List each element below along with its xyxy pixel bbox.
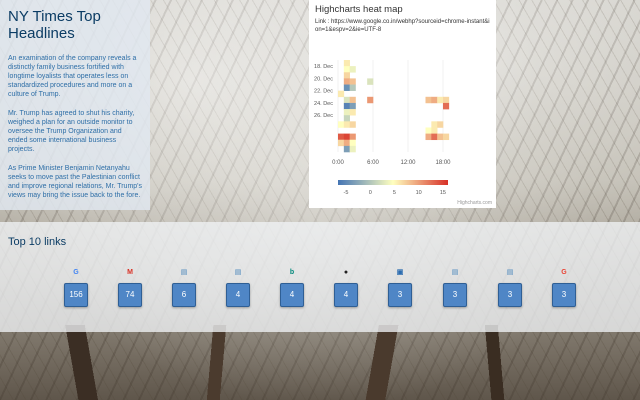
link-tile[interactable]: ▤ 6 [172,269,196,307]
heatmap-cell [343,78,350,85]
heatmap-cell [349,78,356,85]
heatmap-cell [343,60,350,67]
page-icon: ▤ [451,269,459,276]
headline-3[interactable]: As Prime Minister Benjamin Netanyahu see… [8,164,142,200]
tree-trunks [0,325,640,400]
heatmap-cell [443,102,450,110]
heatmap-cell [425,133,432,141]
highcharts-credit[interactable]: Highcharts.com [457,200,492,206]
heatmap-cell [431,96,438,104]
heatmap-cell [443,96,450,104]
link-visit-count[interactable]: 4 [280,283,304,307]
color-axis-label: 10 [416,190,422,196]
x-axis-label: 0:00 [332,160,344,166]
y-axis-label: 20. Dec [314,76,333,82]
heatmap-cell [349,66,356,73]
link-visit-count[interactable]: 3 [388,283,412,307]
heatmap-cell [343,139,350,147]
y-axis-label: 22. Dec [314,89,333,95]
heatmap-panel: Highcharts heat map Link : https://www.g… [309,0,496,208]
color-axis-label: 5 [393,190,396,196]
x-axis-label: 18:00 [435,160,451,166]
heatmap-cell [343,109,350,116]
heatmap-cell [343,133,350,141]
heatmap-cell [437,121,444,128]
google-icon: G [73,269,79,276]
page-icon: ▤ [234,269,242,276]
heatmap-cell [425,127,432,134]
heatmap-cell [431,127,438,134]
heatmap-cell [343,66,350,73]
x-axis-label: 6:00 [367,160,379,166]
link-tile[interactable]: ▤ 4 [226,269,250,307]
heatmap-cell [349,121,356,128]
heatmap-svg: 18. Dec 20. Dec 22. Dec 24. Dec 26. Dec 0:00 6… [314,60,451,196]
heatmap-cell [349,133,356,141]
y-axis-label: 24. Dec [314,101,333,107]
color-axis-gradient [338,180,448,185]
link-tile[interactable]: M 74 [118,269,142,307]
y-axis-label: 18. Dec [314,64,333,70]
link-tile[interactable]: ● 4 [334,269,358,307]
heatmap-cell [343,96,350,104]
heatmap-cell [437,133,444,141]
gmail-icon: M [127,269,133,276]
link-visit-count[interactable]: 3 [498,283,522,307]
page-icon: ▤ [506,269,514,276]
top-links-title: Top 10 links [8,236,67,248]
headline-1[interactable]: An examination of the company reveals a … [8,54,142,99]
heatmap-cell [349,96,356,104]
link-visit-count[interactable]: 156 [64,283,88,307]
heatmap-cell [443,133,450,141]
link-visit-count[interactable]: 6 [172,283,196,307]
color-axis-label: 0 [369,190,372,196]
heatmap-cell [425,96,432,104]
link-tile[interactable]: ▣ 3 [388,269,412,307]
link-tile[interactable]: b4 [280,269,304,307]
heatmap-cell [349,102,356,110]
heatmap-cell [349,109,356,116]
heatmap-cell [343,72,350,79]
top-links-band: Top 10 links G 156 M 74 ▤ 6 ▤ 4 b 4 ● 4 ▣ 3 ▤ 3 ▤ 3 G 3 [0,222,640,332]
heatmap-cell [431,133,438,141]
link-visit-count[interactable]: 3 [552,283,576,307]
heatmap-cell [437,96,444,104]
heatmap-cell [343,102,350,110]
heatmap-cell [343,145,350,153]
link-visit-count[interactable]: 4 [334,283,358,307]
color-axis-label: -5 [344,190,349,196]
link-visit-count[interactable]: 74 [118,283,142,307]
nyt-panel-title: NY Times Top Headlines [8,8,101,42]
heatmap-cell [367,78,374,85]
heatmap-cell [338,121,345,128]
heatmap-cell [349,145,356,153]
headline-2[interactable]: Mr. Trump has agreed to shut his charity… [8,109,142,154]
link-tile[interactable]: G 156 [64,269,88,307]
heatmap-cell [338,133,345,141]
heatmap-cell [431,121,438,128]
bing-icon: b [289,269,295,276]
color-axis-label: 15 [440,190,446,196]
heatmap-cell [367,96,374,104]
x-axis-label: 12:00 [400,160,416,166]
link-visit-count[interactable]: 4 [226,283,250,307]
link-visit-count[interactable]: 3 [443,283,467,307]
heatmap-cell [349,84,356,91]
link-tile[interactable]: ▤ 3 [498,269,522,307]
nyt-headlines-panel: NY Times Top Headlines An examination of… [0,0,150,210]
y-axis-label: 26. Dec [314,113,333,119]
heatmap-cell [349,139,356,147]
heatmap-cell [343,115,350,122]
heatmap-cell [338,139,345,147]
link-tile[interactable]: G3 [552,269,576,307]
heatmap-cell [338,90,345,98]
page-icon: ▣ [396,269,404,276]
google-icon: G [561,269,567,276]
heatmap-cell [343,84,350,91]
link-tile[interactable]: ▤ 3 [443,269,467,307]
github-icon: ● [343,269,349,276]
heatmap-cell [343,121,350,128]
page-icon: ▤ [180,269,188,276]
